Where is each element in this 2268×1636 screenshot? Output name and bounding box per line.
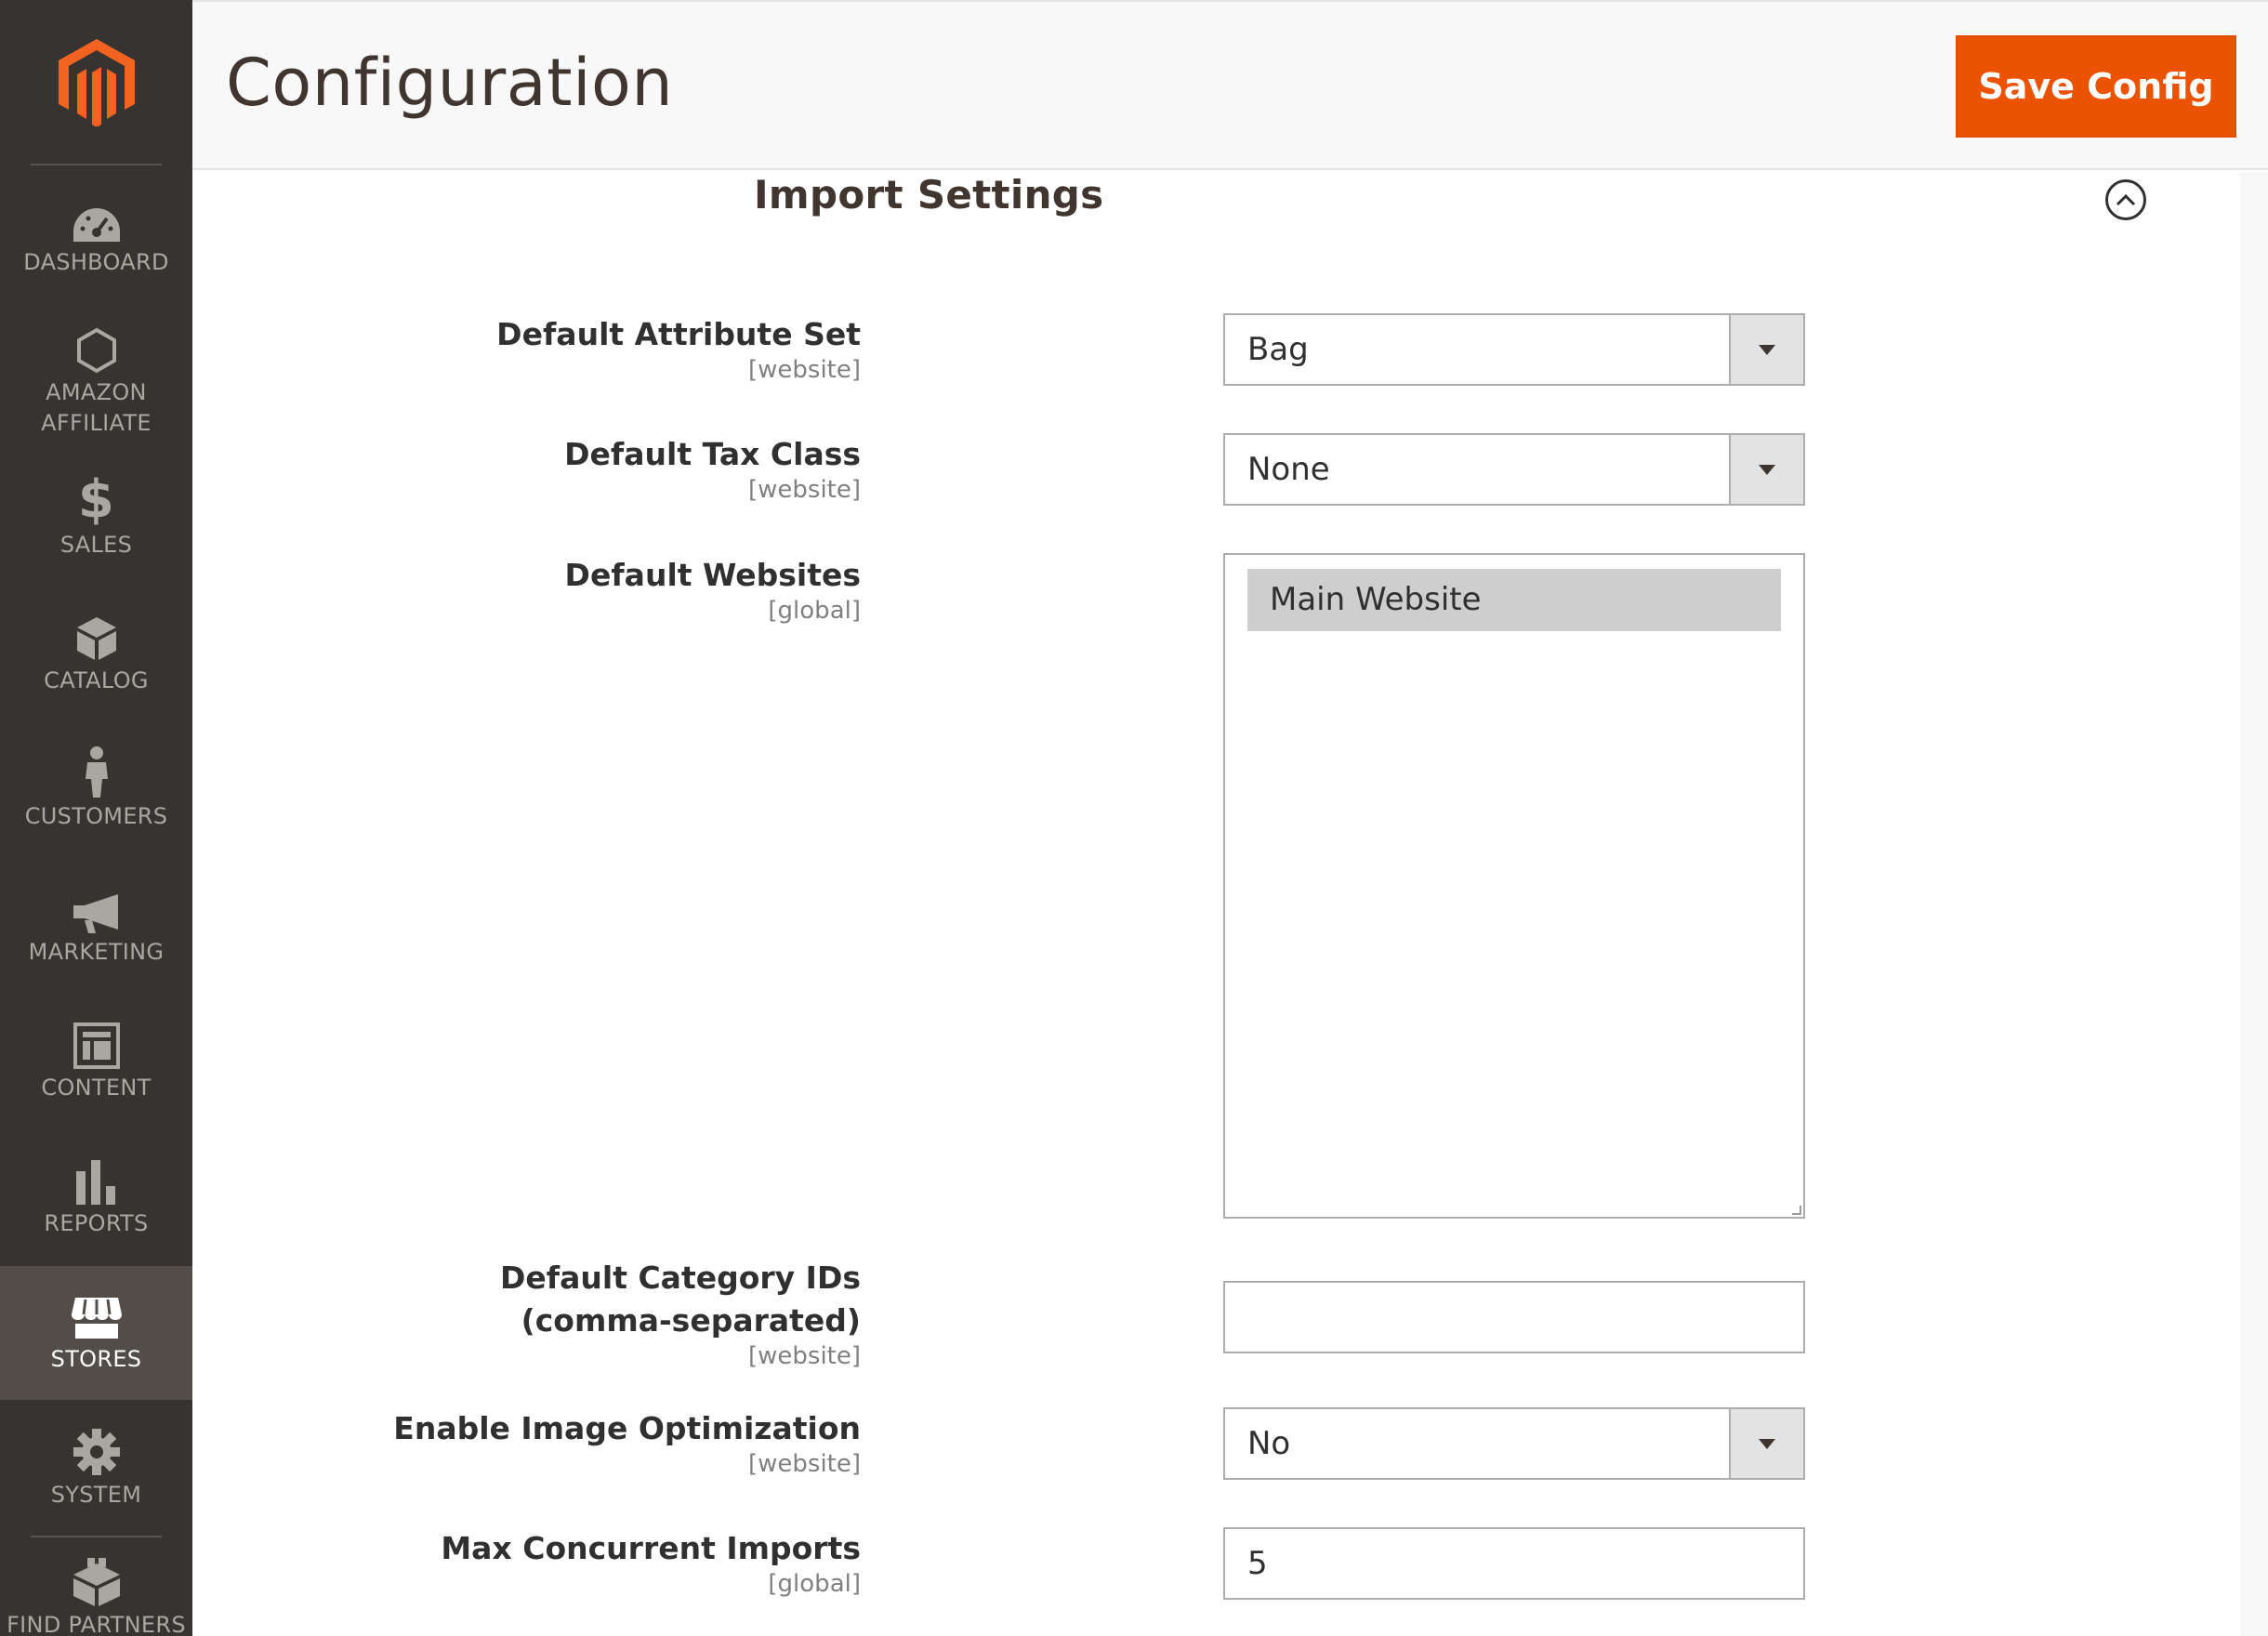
logo-divider [31, 164, 162, 165]
nav-find-partners[interactable]: FIND PARTNERS [0, 1549, 192, 1636]
layout-icon [73, 1011, 120, 1069]
hexagon-icon [76, 316, 117, 374]
page-right-gutter [2240, 172, 2268, 1636]
admin-sidebar: DASHBOARD AMAZON AFFILIATE $ SALES CATAL… [0, 0, 192, 1636]
nav-sales[interactable]: $ SALES [0, 468, 192, 561]
magento-logo-icon [58, 39, 135, 126]
page-header: Configuration Save Config [192, 0, 2268, 170]
field-label: Default Attribute Set [496, 316, 861, 352]
person-icon [83, 740, 111, 798]
image-optimization-label-group: Enable Image Optimization [website] [393, 1407, 861, 1478]
tax-class-select[interactable]: None [1223, 433, 1805, 506]
storefront-icon [70, 1283, 124, 1340]
nav-divider [31, 1536, 162, 1537]
gear-icon [73, 1418, 121, 1476]
category-ids-label-group: Default Category IDs (comma-separated) [… [500, 1257, 861, 1370]
dollar-icon: $ [77, 469, 115, 530]
field-label: Enable Image Optimization [393, 1410, 861, 1446]
triangle-down-icon [1759, 1438, 1775, 1449]
chevron-up-icon [2116, 193, 2136, 206]
collapse-section-button[interactable] [2105, 179, 2146, 220]
field-scope: [website] [747, 1450, 861, 1478]
multiselect-option[interactable]: Main Website [1247, 569, 1781, 631]
nav-label: SALES [59, 532, 133, 558]
magento-logo[interactable] [0, 0, 192, 164]
field-label: Default Websites [564, 557, 861, 593]
field-scope: [website] [747, 1342, 861, 1370]
field-label: Default Tax Class [564, 436, 861, 472]
field-label-continued: (comma-separated) [521, 1302, 861, 1339]
bar-chart-icon [74, 1147, 119, 1205]
nav-label: STORES [50, 1346, 142, 1372]
triangle-down-icon [1759, 464, 1775, 475]
nav-amazon-affiliate[interactable]: AMAZON AFFILIATE [0, 316, 192, 439]
nav-system[interactable]: SYSTEM [0, 1418, 192, 1511]
nav-dashboard[interactable]: DASHBOARD [0, 186, 192, 278]
page-title: Configuration [226, 45, 674, 121]
field-scope: [global] [768, 1570, 861, 1598]
category-ids-input[interactable] [1223, 1281, 1805, 1353]
section-title[interactable]: Import Settings [754, 172, 1103, 218]
blocks-icon [72, 1549, 122, 1606]
nav-label: MARKETING [28, 939, 165, 965]
max-imports-label-group: Max Concurrent Imports [global] [441, 1527, 861, 1598]
nav-label: CONTENT [41, 1075, 152, 1101]
attribute-set-label-group: Default Attribute Set [website] [496, 313, 861, 384]
max-imports-input[interactable] [1223, 1527, 1805, 1600]
websites-label-group: Default Websites [global] [565, 554, 861, 625]
nav-catalog[interactable]: CATALOG [0, 604, 192, 696]
select-value: None [1247, 451, 1330, 488]
nav-customers[interactable]: CUSTOMERS [0, 740, 192, 832]
save-config-button[interactable]: Save Config [1956, 35, 2236, 138]
tax-class-label-group: Default Tax Class [website] [564, 433, 861, 504]
field-scope: [website] [747, 356, 861, 384]
image-optimization-select[interactable]: No [1223, 1407, 1805, 1480]
field-label: Max Concurrent Imports [441, 1530, 861, 1566]
box-icon [75, 604, 118, 662]
nav-label: CATALOG [44, 667, 149, 693]
nav-label: AMAZON AFFILIATE [41, 379, 152, 436]
select-value: Bag [1247, 331, 1309, 368]
config-content: Import Settings Default Attribute Set [w… [192, 172, 2240, 1636]
nav-marketing[interactable]: MARKETING [0, 876, 192, 968]
dropdown-toggle[interactable] [1729, 315, 1803, 384]
triangle-down-icon [1759, 344, 1775, 355]
attribute-set-select[interactable]: Bag [1223, 313, 1805, 386]
dropdown-toggle[interactable] [1729, 1409, 1803, 1478]
nav-reports[interactable]: REPORTS [0, 1147, 192, 1239]
select-value: No [1247, 1425, 1291, 1462]
field-scope: [global] [768, 597, 861, 625]
field-label: Default Category IDs [500, 1260, 861, 1296]
nav-stores[interactable]: STORES [0, 1266, 192, 1400]
resize-handle[interactable] [1792, 1206, 1801, 1215]
nav-label: DASHBOARD [23, 249, 169, 275]
nav-label: CUSTOMERS [24, 803, 168, 829]
nav-label: FIND PARTNERS [7, 1612, 186, 1636]
field-scope: [website] [747, 476, 861, 504]
websites-multiselect[interactable]: Main Website [1223, 553, 1805, 1219]
nav-content[interactable]: CONTENT [0, 1011, 192, 1103]
nav-label: SYSTEM [50, 1482, 142, 1508]
nav-label: REPORTS [44, 1210, 149, 1236]
megaphone-icon [72, 876, 122, 933]
dashboard-icon [72, 186, 122, 244]
dropdown-toggle[interactable] [1729, 435, 1803, 504]
